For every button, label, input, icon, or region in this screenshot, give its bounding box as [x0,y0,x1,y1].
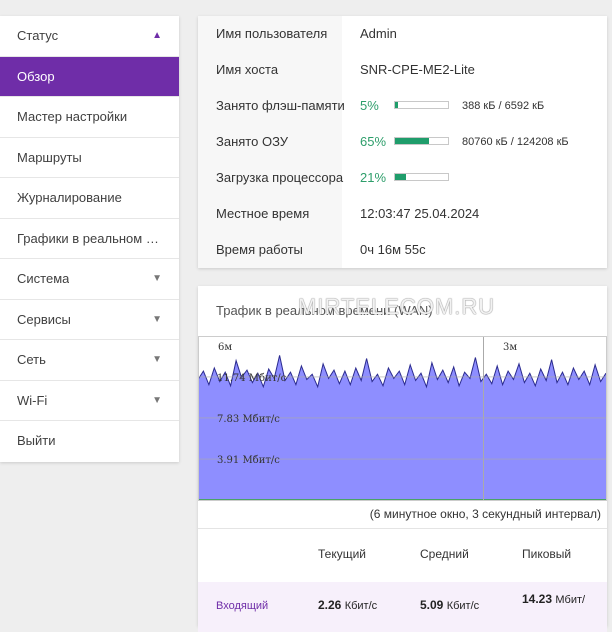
nav-network-label: Сеть [17,352,46,367]
inbound-current-unit: Кбит/с [344,600,378,612]
nav-status[interactable]: Статус ▲ [0,16,179,57]
status-value: Admin [360,26,397,41]
ram-usage-fill [395,138,430,144]
status-key: Время работы [216,242,303,257]
time-label-0: 6м [218,342,232,353]
nav-system[interactable]: Система ▼ [0,259,179,300]
col-average-header: Средний [420,547,469,561]
status-key: Имя пользователя [216,26,328,41]
status-row-ram: Занято ОЗУ 65% 80760 кБ / 124208 кБ [198,124,607,160]
nav-logging-label: Журналирование [17,190,122,205]
nav-setup-wizard-label: Мастер настройки [17,109,128,124]
nav-wifi[interactable]: Wi-Fi ▼ [0,381,179,421]
nav-services-label: Сервисы [17,311,71,327]
time-label-1: 3м [503,342,517,353]
flash-usage-bar [394,101,449,109]
status-detail: 388 кБ / 6592 кБ [462,100,545,112]
value-label-1: 7.83 Мбит/с [217,414,280,425]
status-row-local-time: Местное время 12:03:47 25.04.2024 [198,196,607,232]
nav-wifi-label: Wi-Fi [17,392,48,408]
nav-realtime-graphs[interactable]: Графики в реальном в... [0,219,179,259]
status-value: 12:03:47 25.04.2024 [360,206,480,221]
nav-routes-label: Маршруты [17,149,82,165]
interval-note: (6 минутное окно, 3 секундный интервал) [369,507,601,521]
traffic-card: Трафик в реальном времени (WAN) 6м 3м 11.7… [197,286,607,632]
value-label-0: 11.74 Мбит/с [217,373,287,384]
traffic-row-inbound: Входящий 2.26 Кбит/с 5.09 Кбит/с 14.23 М… [198,582,607,632]
status-key: Занято флэш-памяти [216,98,345,113]
status-value: 0ч 16м 55с [360,242,426,257]
status-value: SNR-CPE-ME2-Lite [360,62,475,77]
nav-setup-wizard[interactable]: Мастер настройки [0,97,179,138]
value-label-2: 3.91 Мбит/с [217,455,280,466]
nav-realtime-graphs-label: Графики в реальном в... [17,230,162,246]
nav-logout[interactable]: Выйти [0,421,179,462]
status-detail: 80760 кБ / 124208 кБ [462,136,569,148]
ram-usage-bar [394,137,449,145]
chevron-down-icon: ▼ [152,354,162,365]
status-key: Местное время [216,206,310,221]
inbound-average: 5.09 Кбит/с [420,598,479,612]
chevron-down-icon: ▼ [152,394,162,406]
nav-overview[interactable]: Обзор [0,56,179,97]
status-percent: 65% [360,134,387,149]
nav-logout-label: Выйти [17,433,56,448]
flash-usage-fill [395,102,398,108]
sidebar-nav: Статус ▲ Обзор Мастер настройки Маршруты … [0,16,179,462]
col-current-header: Текущий [318,547,366,561]
chevron-down-icon: ▼ [152,313,162,325]
nav-services[interactable]: Сервисы ▼ [0,300,179,340]
inbound-label: Входящий [216,600,269,612]
status-key: Занято ОЗУ [216,134,289,149]
inbound-average-unit: Кбит/с [446,600,480,612]
nav-routes[interactable]: Маршруты [0,138,179,178]
status-row-uptime: Время работы 0ч 16м 55с [198,232,607,268]
status-card: Имя пользователя Admin Имя хоста SNR-CPE… [198,16,607,268]
nav-overview-label: Обзор [17,68,55,84]
cpu-load-bar [394,173,449,181]
status-percent: 21% [360,170,387,185]
inbound-peak: 14.23 Мбит/ [522,592,585,606]
status-row-cpu: Загрузка процессора 21% [198,160,607,196]
inbound-peak-value: 14.23 [522,592,553,606]
traffic-graph: 6м 3м 11.74 Мбит/с 7.83 Мбит/с 3.91 Мбит/с [197,336,607,502]
inbound-average-value: 5.09 [420,598,444,612]
cpu-load-fill [395,174,407,180]
chevron-down-icon: ▼ [152,273,162,284]
traffic-graph-svg: 6м 3м 11.74 Мбит/с 7.83 Мбит/с 3.91 Мбит/с [197,336,607,502]
chevron-up-icon: ▲ [152,30,162,41]
status-row-flash: Занято флэш-памяти 5% 388 кБ / 6592 кБ [198,88,607,124]
traffic-table-header: Текущий Средний Пиковый [198,528,607,581]
status-key: Имя хоста [216,62,279,77]
nav-system-label: Система [17,271,70,286]
watermark-text: MIRTELECOM.RU [298,294,496,319]
inbound-peak-unit: Мбит/ [555,594,586,606]
nav-logging[interactable]: Журналирование [0,178,179,219]
nav-network[interactable]: Сеть ▼ [0,340,179,381]
status-row-username: Имя пользователя Admin [198,16,607,52]
status-key: Загрузка процессора [216,170,344,185]
status-row-hostname: Имя хоста SNR-CPE-ME2-Lite [198,52,607,88]
nav-status-label: Статус [17,28,59,43]
inbound-current: 2.26 Кбит/с [318,598,377,612]
inbound-current-value: 2.26 [318,598,342,612]
col-peak-header: Пиковый [522,547,572,561]
status-percent: 5% [360,98,379,113]
